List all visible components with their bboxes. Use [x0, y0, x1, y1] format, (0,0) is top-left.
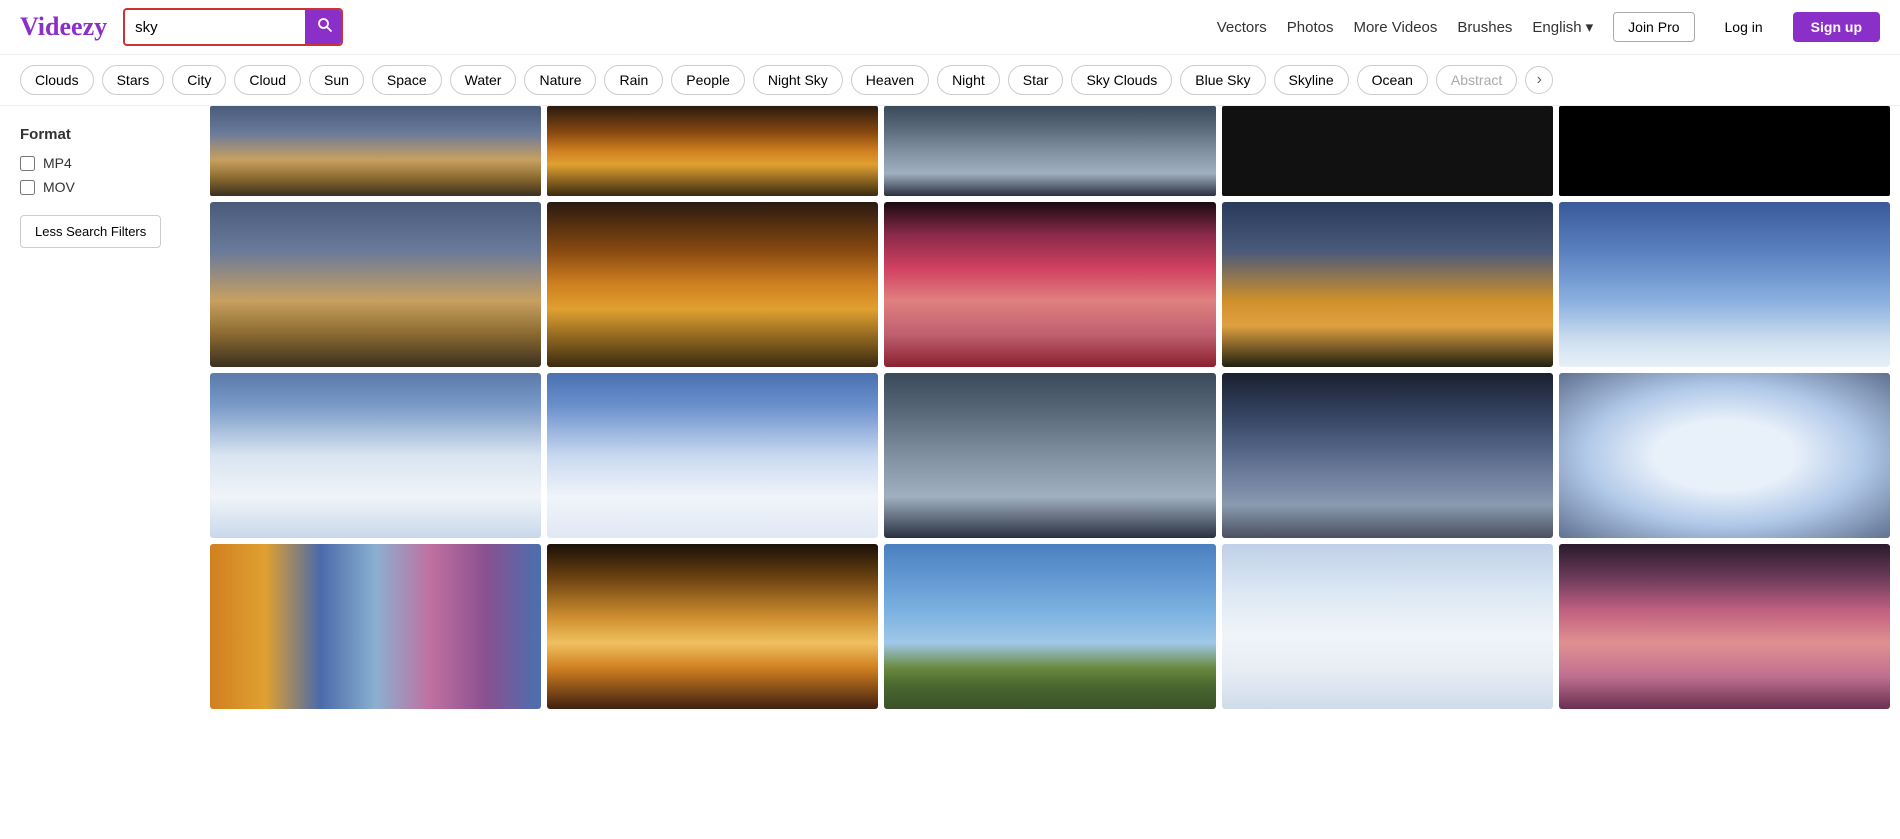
tag-ocean[interactable]: Ocean — [1357, 65, 1428, 95]
grid-row-1 — [210, 202, 1890, 367]
thumbnail[interactable] — [547, 202, 878, 367]
tag-people[interactable]: People — [671, 65, 745, 95]
thumbnail[interactable] — [1559, 106, 1890, 196]
language-label: English — [1532, 19, 1581, 36]
sidebar: Format MP4 MOV Less Search Filters — [0, 106, 200, 715]
grid-row-2 — [210, 373, 1890, 538]
mov-label[interactable]: MOV — [43, 179, 75, 195]
mov-checkbox[interactable] — [20, 180, 35, 195]
format-label: Format — [20, 126, 180, 143]
thumbnail[interactable] — [884, 373, 1215, 538]
less-filters-button[interactable]: Less Search Filters — [20, 215, 161, 248]
mp4-label[interactable]: MP4 — [43, 155, 72, 171]
tag-star[interactable]: Star — [1008, 65, 1064, 95]
grid-row-3 — [210, 544, 1890, 709]
chevron-right-icon: › — [1537, 71, 1542, 89]
search-button[interactable] — [305, 10, 343, 44]
signup-button[interactable]: Sign up — [1793, 12, 1880, 42]
thumbnail[interactable] — [547, 373, 878, 538]
tag-blue-sky[interactable]: Blue Sky — [1180, 65, 1265, 95]
mp4-filter-row: MP4 — [20, 155, 180, 171]
tag-night[interactable]: Night — [937, 65, 1000, 95]
nav-brushes[interactable]: Brushes — [1457, 19, 1512, 36]
tag-sun[interactable]: Sun — [309, 65, 364, 95]
thumbnail[interactable] — [1559, 373, 1890, 538]
join-pro-button[interactable]: Join Pro — [1613, 12, 1694, 42]
language-selector[interactable]: English ▾ — [1532, 18, 1593, 36]
tag-clouds[interactable]: Clouds — [20, 65, 94, 95]
thumbnail[interactable] — [1222, 202, 1553, 367]
thumbnail[interactable] — [547, 106, 878, 196]
mp4-checkbox[interactable] — [20, 156, 35, 171]
tag-water[interactable]: Water — [450, 65, 517, 95]
thumbnail[interactable] — [210, 202, 541, 367]
tag-bar: Clouds Stars City Cloud Sun Space Water … — [0, 55, 1900, 106]
main-layout: Format MP4 MOV Less Search Filters — [0, 106, 1900, 715]
search-icon — [317, 17, 333, 33]
tag-skyline[interactable]: Skyline — [1274, 65, 1349, 95]
thumbnail[interactable] — [210, 106, 541, 196]
thumbnail[interactable] — [1559, 202, 1890, 367]
nav-more-videos[interactable]: More Videos — [1353, 19, 1437, 36]
tag-city[interactable]: City — [172, 65, 226, 95]
chevron-down-icon: ▾ — [1586, 18, 1594, 36]
thumbnail[interactable] — [884, 202, 1215, 367]
tag-rain[interactable]: Rain — [604, 65, 663, 95]
tag-scroll-right-button[interactable]: › — [1525, 66, 1553, 94]
tag-heaven[interactable]: Heaven — [851, 65, 929, 95]
tag-abstract[interactable]: Abstract — [1436, 65, 1517, 95]
mov-filter-row: MOV — [20, 179, 180, 195]
thumbnail[interactable] — [1222, 373, 1553, 538]
nav-links: Vectors Photos More Videos Brushes Engli… — [1217, 12, 1880, 42]
header: Videezy Vectors Photos More Videos Brush… — [0, 0, 1900, 55]
thumbnail[interactable] — [1222, 106, 1553, 196]
tag-night-sky[interactable]: Night Sky — [753, 65, 843, 95]
thumbnail[interactable] — [1559, 544, 1890, 709]
login-button[interactable]: Log in — [1715, 13, 1773, 41]
logo[interactable]: Videezy — [20, 12, 107, 42]
tag-stars[interactable]: Stars — [102, 65, 165, 95]
nav-vectors[interactable]: Vectors — [1217, 19, 1267, 36]
thumbnail[interactable] — [547, 544, 878, 709]
content-grid — [200, 106, 1900, 715]
tag-nature[interactable]: Nature — [524, 65, 596, 95]
thumbnail[interactable] — [884, 106, 1215, 196]
thumbnail[interactable] — [210, 373, 541, 538]
search-container — [123, 8, 343, 46]
tag-cloud[interactable]: Cloud — [234, 65, 301, 95]
thumbnail[interactable] — [884, 544, 1215, 709]
search-input[interactable] — [125, 12, 305, 43]
nav-photos[interactable]: Photos — [1287, 19, 1334, 36]
tag-space[interactable]: Space — [372, 65, 442, 95]
tag-sky-clouds[interactable]: Sky Clouds — [1071, 65, 1172, 95]
thumbnail[interactable] — [210, 544, 541, 709]
thumbnail[interactable] — [1222, 544, 1553, 709]
partial-row — [210, 106, 1890, 196]
